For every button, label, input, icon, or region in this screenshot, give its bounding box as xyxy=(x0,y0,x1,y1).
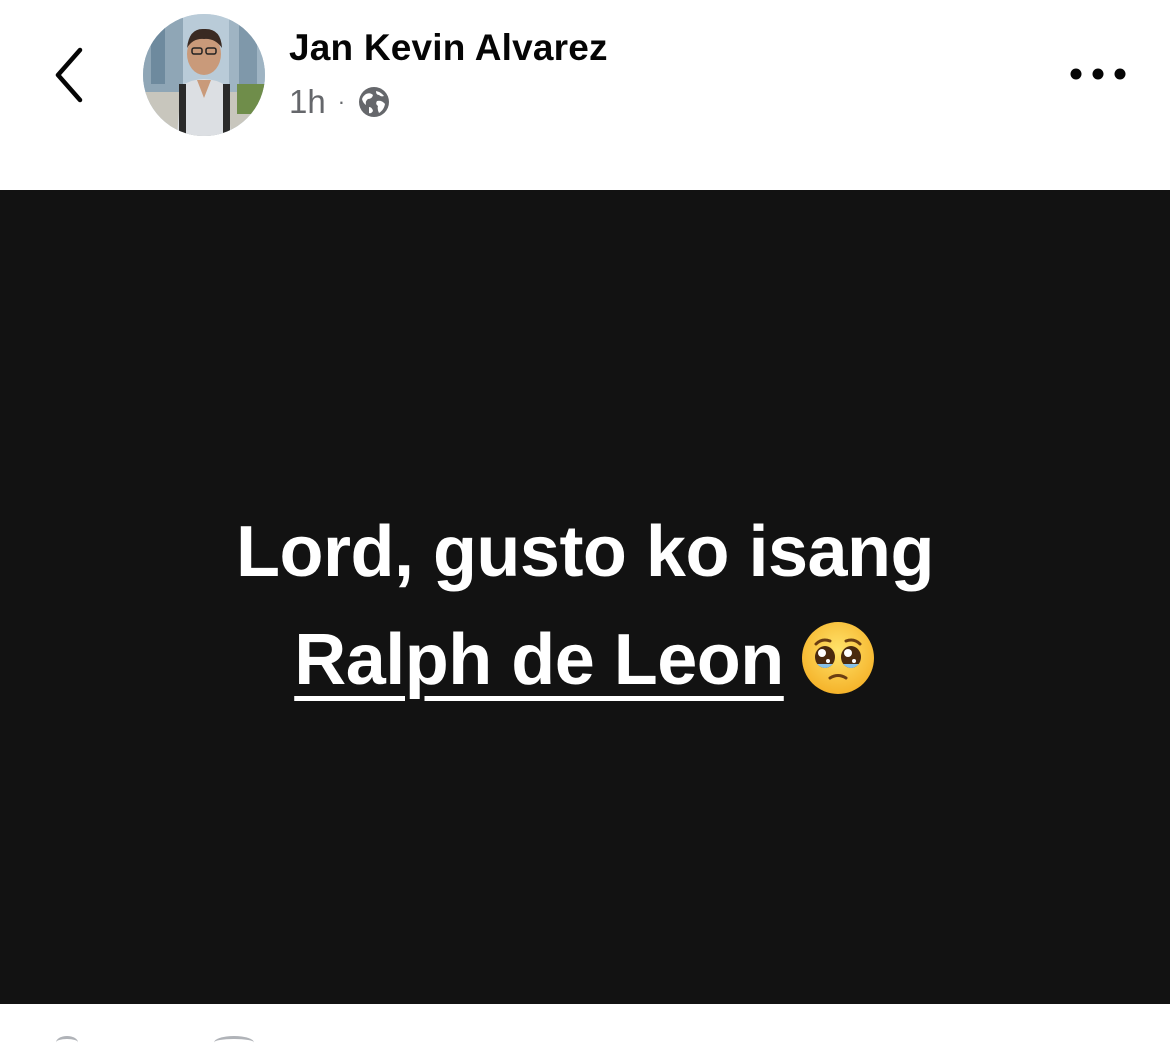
chevron-left-icon xyxy=(55,47,83,103)
post-footer xyxy=(0,1004,1170,1043)
post-text: Lord, gusto ko isang Ralph de Leon xyxy=(0,498,1170,714)
back-button[interactable] xyxy=(40,38,100,112)
mention-link[interactable]: Ralph de Leon xyxy=(294,620,784,700)
avatar[interactable] xyxy=(143,14,265,136)
post-header: Jan Kevin Alvarez 1h · xyxy=(0,0,1170,190)
post-time[interactable]: 1h xyxy=(289,83,326,121)
post-text-line-1: Lord, gusto ko isang xyxy=(235,512,935,592)
pleading-face-emoji xyxy=(800,618,876,694)
meta-separator: · xyxy=(337,89,346,114)
post-meta: 1h · xyxy=(289,80,391,124)
author-name[interactable]: Jan Kevin Alvarez xyxy=(289,27,608,69)
post-text-line-2: Ralph de Leon xyxy=(0,606,1170,714)
more-horizontal-icon xyxy=(1070,68,1126,80)
more-options-button[interactable] xyxy=(1064,54,1134,94)
globe-icon xyxy=(357,85,391,119)
